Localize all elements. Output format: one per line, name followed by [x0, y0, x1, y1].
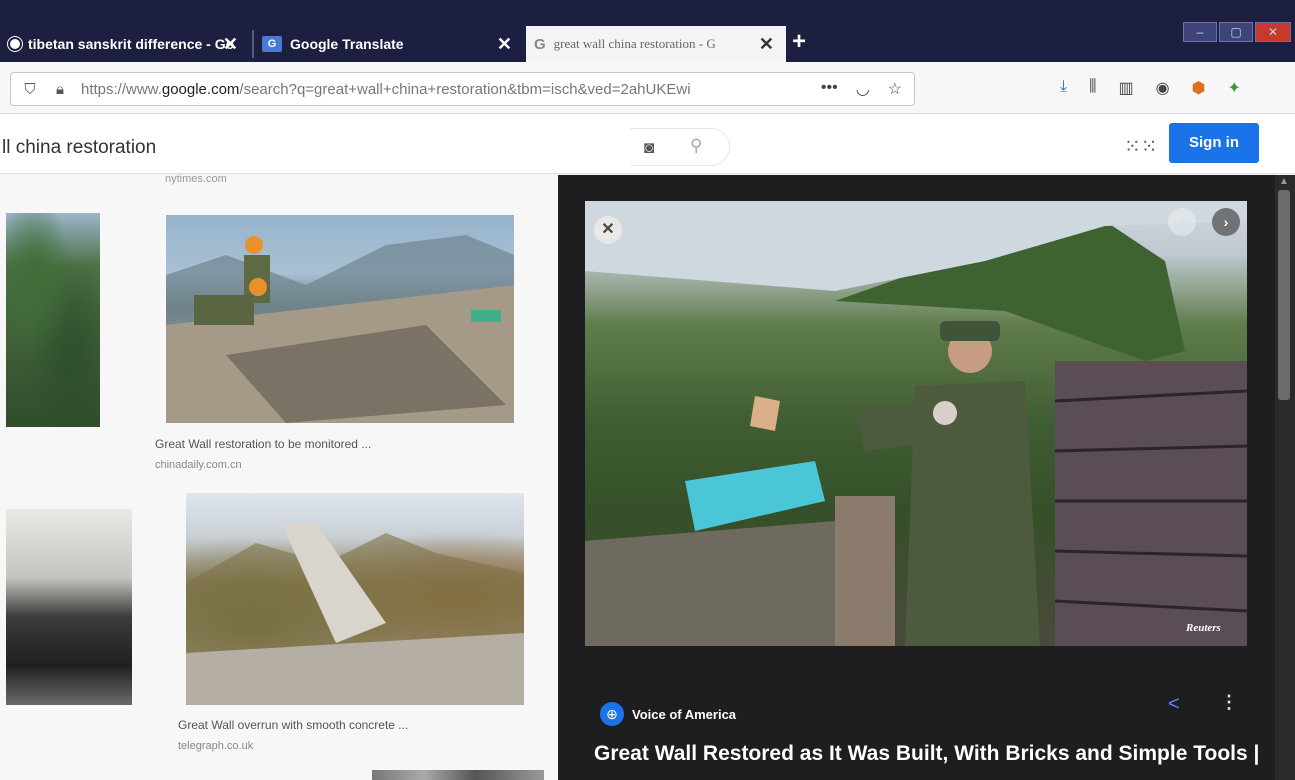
image-credit: Reuters	[1186, 622, 1221, 634]
image-results-grid: nytimes.com Great Wall restoration to be…	[0, 173, 558, 780]
extension-puzzle-icon[interactable]: ✦	[1228, 78, 1241, 98]
image-preview-panel	[558, 175, 1275, 780]
preview-source[interactable]: ⊕ Voice of America	[600, 702, 736, 726]
workers-illustration	[166, 235, 514, 423]
account-icon[interactable]: ◉	[1156, 78, 1170, 98]
maximize-button[interactable]: ▢	[1219, 22, 1253, 42]
tab-title: Google Translate	[290, 36, 404, 52]
close-icon[interactable]: ✕	[223, 34, 238, 55]
toolbar-icons: ⤓ ⫼ ▥ ◉ ⬢ ✦	[1060, 78, 1241, 98]
previous-image-button[interactable]: ‹	[1168, 208, 1196, 236]
result-domain[interactable]: chinadaily.com.cn	[155, 459, 242, 471]
pocket-icon[interactable]: ◡	[856, 79, 870, 99]
bookmark-star-icon[interactable]: ☆	[888, 79, 902, 99]
url-prefix: https://www.	[81, 80, 162, 98]
tab-tibetan-sanskrit[interactable]: tibetan sanskrit difference - Go ✕	[0, 26, 250, 62]
result-source[interactable]: nytimes.com	[165, 173, 227, 185]
download-icon[interactable]: ⤓	[1060, 78, 1067, 98]
concrete-wall-illustration	[186, 523, 524, 705]
extension-shield-icon[interactable]: ⬢	[1192, 78, 1206, 98]
close-icon[interactable]: ✕	[759, 34, 774, 55]
tab-google-translate[interactable]: G Google Translate ✕	[254, 26, 524, 62]
scroll-up-arrow-icon[interactable]: ▲	[1279, 176, 1289, 187]
google-header: ll china restoration ◙ ⚲ ⁙⁙ Sign in	[0, 114, 1295, 174]
page-actions-icon[interactable]: •••	[821, 79, 838, 99]
url-actions: ••• ◡ ☆	[821, 79, 902, 99]
search-icon[interactable]: ⚲	[690, 136, 702, 156]
google-translate-icon: G	[262, 36, 282, 52]
scrollbar-thumb[interactable]	[1278, 190, 1290, 400]
apps-grid-icon[interactable]: ⁙⁙	[1124, 134, 1158, 159]
navigation-bar: ⛉ 🔒︎ https://www.google.com/search?q=gre…	[0, 62, 1295, 114]
result-thumbnail[interactable]	[372, 770, 544, 780]
source-name[interactable]: Voice of America	[632, 707, 736, 722]
close-preview-button[interactable]: ✕	[594, 216, 622, 244]
result-thumbnail[interactable]	[186, 493, 524, 705]
result-thumbnail[interactable]	[6, 509, 132, 705]
globe-icon: ⊕	[600, 702, 624, 726]
url-bar[interactable]: ⛉ 🔒︎ https://www.google.com/search?q=gre…	[10, 72, 915, 106]
library-icon[interactable]: ⫼	[1089, 78, 1096, 98]
window-controls: – ▢ ✕	[1183, 22, 1291, 42]
result-title[interactable]: Great Wall overrun with smooth concrete …	[178, 718, 408, 732]
camera-icon[interactable]: ◙	[644, 138, 654, 158]
globe-icon	[8, 37, 22, 51]
result-domain[interactable]: telegraph.co.uk	[178, 740, 253, 752]
new-tab-button[interactable]: +	[792, 28, 806, 56]
great-wall-worker-illustration	[585, 201, 1247, 646]
minimize-button[interactable]: –	[1183, 22, 1217, 42]
tab-great-wall-active[interactable]: G great wall china restoration - G ✕	[526, 26, 786, 62]
preview-image[interactable]	[585, 201, 1247, 646]
more-options-icon[interactable]: ⋮	[1220, 692, 1238, 713]
preview-title[interactable]: Great Wall Restored as It Was Built, Wit…	[594, 742, 1259, 766]
close-icon[interactable]: ✕	[497, 34, 512, 55]
result-thumbnail[interactable]	[166, 215, 514, 423]
sign-in-button[interactable]: Sign in	[1169, 123, 1259, 163]
sidebar-icon[interactable]: ▥	[1118, 78, 1133, 98]
window-close-button[interactable]: ✕	[1255, 22, 1291, 42]
tab-title: tibetan sanskrit difference - Go	[28, 36, 235, 52]
result-thumbnail[interactable]	[6, 213, 100, 427]
lock-icon[interactable]: 🔒︎	[49, 81, 71, 98]
search-input[interactable]: ll china restoration	[2, 137, 156, 159]
url-path: /search?q=great+wall+china+restoration&t…	[239, 80, 691, 98]
next-image-button[interactable]: ›	[1212, 208, 1240, 236]
share-icon[interactable]: <	[1168, 693, 1180, 716]
google-g-icon: G	[534, 35, 546, 53]
url-domain: google.com	[161, 80, 240, 98]
tab-title: great wall china restoration - G	[553, 36, 716, 51]
shield-icon[interactable]: ⛉	[19, 81, 41, 98]
result-title[interactable]: Great Wall restoration to be monitored .…	[155, 437, 371, 451]
url-text[interactable]: https://www.google.com/search?q=great+wa…	[81, 81, 781, 98]
